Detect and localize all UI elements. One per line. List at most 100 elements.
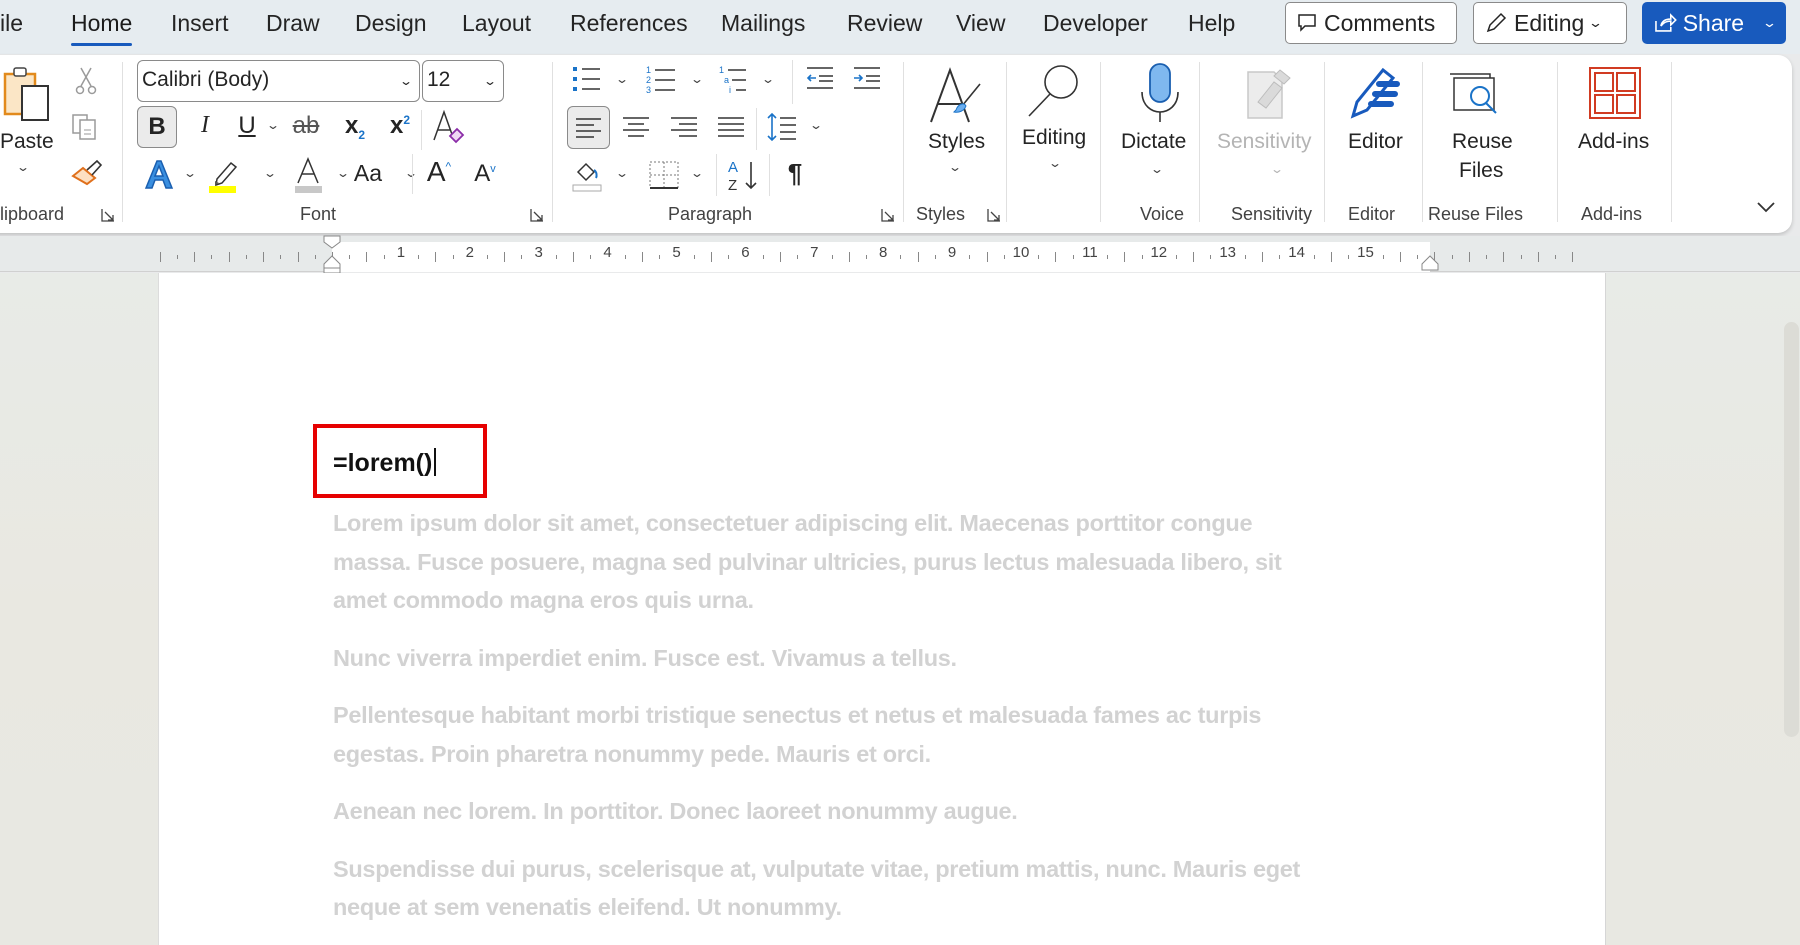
paste-icon[interactable] [2,64,52,126]
change-case-button[interactable]: Aa [348,160,388,187]
borders-chevron-icon[interactable]: ⌄ [690,166,704,180]
collapse-ribbon-chevron-icon[interactable] [1756,200,1776,214]
align-center-icon[interactable] [620,112,652,142]
ruler-tick [1107,255,1109,259]
tab-home[interactable]: Home [71,10,133,46]
ruler-tick [1210,255,1212,259]
add-ins-icon[interactable] [1589,67,1641,119]
dialog-launcher-icon[interactable] [101,208,115,222]
show-formatting-button[interactable]: ¶ [780,158,810,189]
grow-font-button[interactable]: A^ [420,156,458,188]
ruler-tick [366,252,368,262]
editor-icon[interactable] [1345,64,1401,120]
align-left-button[interactable] [567,106,610,149]
add-ins-label[interactable]: Add-ins [1578,130,1649,154]
copy-icon[interactable] [70,112,100,142]
multilevel-chevron-icon[interactable]: ⌄ [761,72,775,86]
font-group-label: Font [300,204,337,224]
group-divider [1199,62,1200,222]
subscript-button[interactable]: x2 [340,112,370,142]
dictate-chevron-icon[interactable]: ⌄ [1150,162,1164,176]
styles-chevron-icon[interactable]: ⌄ [948,160,962,174]
ruler-number: 7 [810,244,819,261]
reuse-files-icon[interactable] [1448,72,1502,124]
dialog-launcher-icon[interactable] [987,208,1001,222]
paste-label[interactable]: Paste [0,130,54,154]
underline-chevron-icon[interactable]: ⌄ [266,118,280,132]
highlight-icon[interactable] [207,155,241,193]
bullets-icon[interactable] [572,66,602,92]
preview-line: egestas. Proin pharetra nonummy pede. Ma… [333,740,931,767]
borders-icon[interactable] [648,160,680,192]
tab-mailings[interactable]: Mailings [721,10,805,37]
share-button[interactable]: Share ⌄ [1642,2,1786,44]
cut-icon[interactable] [74,66,98,96]
ruler-number: 10 [1012,244,1030,261]
highlight-chevron-icon[interactable]: ⌄ [263,166,277,180]
editor-label[interactable]: Editor [1348,130,1403,154]
shading-chevron-icon[interactable]: ⌄ [615,166,629,180]
editing-chevron-icon[interactable]: ⌄ [1048,156,1062,170]
format-painter-icon[interactable] [70,158,104,188]
tab-review[interactable]: Review [847,10,922,37]
strikethrough-button[interactable]: ab [287,112,325,140]
editing-label[interactable]: Editing [1022,126,1086,150]
increase-indent-icon[interactable] [852,66,882,90]
right-indent-marker-icon[interactable] [1420,252,1440,272]
tab-references[interactable]: References [570,10,688,37]
reuse-files-label-line2[interactable]: Files [1459,159,1503,183]
numbering-chevron-icon[interactable]: ⌄ [690,72,704,86]
ruler-number: 6 [741,244,750,261]
comments-label: Comments [1324,9,1436,36]
font-color-icon[interactable] [293,155,323,193]
shading-icon[interactable] [572,158,606,192]
tab-design[interactable]: Design [355,10,427,37]
dialog-launcher-icon[interactable] [530,208,544,222]
tab-help[interactable]: Help [1188,10,1235,37]
decrease-indent-icon[interactable] [805,66,835,90]
clipboard-group-label: lipboard [0,204,65,224]
tab-insert[interactable]: Insert [171,10,229,37]
ruler-tick [383,255,385,259]
microphone-icon[interactable] [1138,62,1184,124]
paste-chevron-icon[interactable]: ⌄ [16,160,30,174]
editing-mode-button[interactable]: Editing ⌄ [1473,2,1627,44]
styles-icon[interactable] [928,66,986,126]
svg-text:1: 1 [646,65,651,75]
reuse-files-label-line1[interactable]: Reuse [1452,130,1513,154]
multilevel-list-icon[interactable]: 1ai [718,64,750,94]
find-search-icon[interactable] [1025,62,1085,120]
superscript-button[interactable]: x2 [385,112,415,140]
vertical-scrollbar[interactable] [1784,322,1799,737]
dialog-launcher-icon[interactable] [881,208,895,222]
font-size-combo[interactable]: 12 ⌄ [422,60,504,102]
italic-button[interactable]: I [190,112,220,139]
numbering-icon[interactable]: 123 [645,64,677,94]
styles-label[interactable]: Styles [928,130,985,154]
text-effects-chevron-icon[interactable]: ⌄ [183,166,197,180]
clear-formatting-icon[interactable] [430,108,470,146]
ruler-tick [1313,255,1315,259]
justify-icon[interactable] [715,112,747,142]
font-name-combo[interactable]: Calibri (Body) ⌄ [137,60,420,102]
comments-button[interactable]: Comments [1285,2,1457,44]
sort-icon[interactable]: AZ [726,156,760,194]
tab-layout[interactable]: Layout [462,10,531,37]
align-right-icon[interactable] [668,112,700,142]
tab-draw[interactable]: Draw [266,10,320,37]
line-spacing-chevron-icon[interactable]: ⌄ [809,118,823,132]
line-spacing-icon[interactable] [766,110,798,144]
shrink-font-button[interactable]: Av [468,160,502,188]
tab-developer[interactable]: Developer [1043,10,1148,37]
underline-button[interactable]: U [232,112,262,140]
text-effects-icon[interactable] [143,158,175,192]
divider [716,154,717,196]
bullets-chevron-icon[interactable]: ⌄ [615,72,629,86]
ruler-tick [1468,252,1470,262]
tab-file[interactable]: ile [0,10,23,37]
bold-button[interactable]: B [137,106,177,148]
ruler-tick [1055,252,1057,262]
tab-view[interactable]: View [956,10,1005,37]
indent-marker-icon[interactable] [322,234,342,274]
dictate-label[interactable]: Dictate [1121,130,1186,154]
